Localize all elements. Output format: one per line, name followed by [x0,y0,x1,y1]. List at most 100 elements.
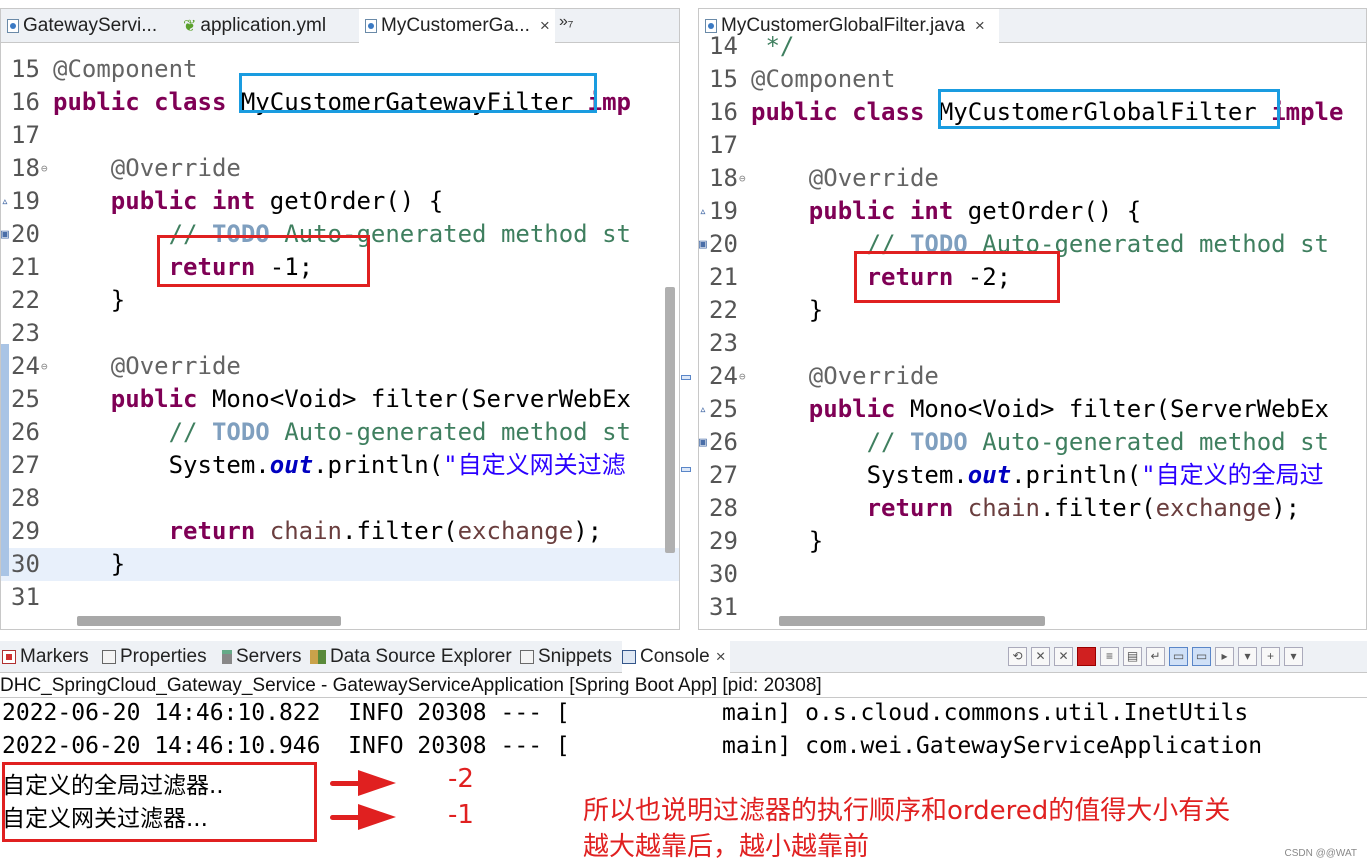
pin-icon[interactable]: ⟲ [1008,646,1027,666]
code-line[interactable]: 29 return chain.filter(exchange); [1,515,679,548]
console-output[interactable]: 2022-06-20 14:46:10.822 INFO 20308 --- [… [0,697,1367,865]
override-marker-icon[interactable]: ▣ [699,228,707,261]
close-icon[interactable]: × [540,16,550,36]
code-token: TODO [211,418,270,446]
override-marker-icon[interactable]: ▣ [1,218,9,251]
tab-data-source-explorer[interactable]: Data Source Explorer [310,641,512,673]
display-console-icon[interactable]: ▾ [1238,646,1257,666]
code-line[interactable]: 19 ▵ public int getOrder() { [1,185,679,218]
tab-servers[interactable]: Servers [222,641,301,673]
override-marker-icon[interactable]: ▣ [699,426,707,459]
remove-launch-icon[interactable]: ✕ [1031,646,1050,666]
code-line[interactable]: 23 [699,327,1366,360]
code-token: @Override [808,164,939,192]
line-number: 23 [11,319,40,347]
tab-overflow-icon[interactable]: »₇ [559,13,573,31]
code-line[interactable]: 26▣ // TODO Auto-generated method st [1,416,679,449]
tab-my-customer-gateway-filter[interactable]: MyCustomerGa... × [359,9,555,43]
code-token: ); [573,517,603,545]
remove-all-icon[interactable]: ✕ [1054,646,1073,666]
view-menu-icon[interactable]: ▾ [1284,646,1303,666]
tab-properties[interactable]: Properties [102,641,207,673]
code-line[interactable]: 26▣ // TODO Auto-generated method st [699,426,1366,459]
fold-toggle-icon[interactable]: ⊖ [41,350,48,383]
code-token: exchange [457,517,574,545]
code-line[interactable]: 17 [699,129,1366,162]
overview-ruler-mark[interactable] [681,375,691,380]
code-line[interactable]: 29 } [699,525,1366,558]
tab-gateway-service-application[interactable]: GatewayServi... [1,9,169,43]
line-number: 17 [709,131,738,159]
snippets-icon [520,650,534,664]
override-marker-icon[interactable]: ▵ [699,195,707,228]
line-number: 27 [709,461,738,489]
new-console-icon[interactable]: + [1261,646,1280,666]
code-line[interactable]: 24 ⊖ @Override [699,360,1366,393]
code-line[interactable]: 19 ▵ public int getOrder() { [699,195,1366,228]
open-console-icon[interactable]: ▸ [1215,646,1234,666]
terminate-icon[interactable] [1077,646,1096,666]
code-token: @Override [110,154,241,182]
code-line[interactable]: 27 System.out.println("自定义的全局过 [699,459,1366,492]
line-number: 25 [11,385,40,413]
code-text: System.out.println("自定义网关过滤 [53,449,626,482]
code-line[interactable]: 30 [699,558,1366,591]
show-on-stdout-icon[interactable]: ▭ [1169,646,1188,666]
tab-console[interactable]: Console × [622,641,730,673]
code-line[interactable]: 31 [1,581,679,614]
code-token: System. [751,461,968,489]
fold-toggle-icon[interactable]: ⊖ [41,152,48,185]
code-line[interactable]: 27 System.out.println("自定义网关过滤 [1,449,679,482]
override-marker-icon[interactable]: ▵ [699,393,707,426]
clear-console-icon[interactable]: ≡ [1100,646,1119,666]
code-line[interactable]: 22 } [1,284,679,317]
code-line[interactable]: 25▵ public Mono<Void> filter(ServerWebEx [699,393,1366,426]
code-line[interactable]: 23 [1,317,679,350]
tab-snippets[interactable]: Snippets [520,641,612,673]
code-line[interactable]: 18 ⊖ @Override [1,152,679,185]
line-number: 30 [11,550,40,578]
code-token: public [751,98,838,126]
code-token: .filter( [1040,494,1156,522]
code-line[interactable]: 17 [1,119,679,152]
tab-application-yml[interactable]: ❦ application.yml [177,9,355,43]
code-line[interactable]: 18 ⊖ @Override [699,162,1366,195]
show-on-stderr-icon[interactable]: ▭ [1192,646,1211,666]
fold-toggle-icon[interactable]: ⊖ [739,360,746,393]
code-area-left[interactable]: 15 @Component 16 public class MyCustomerGat… [1,53,679,629]
overview-ruler-mark[interactable] [681,467,691,472]
editor-left: GatewayServi... ❦ application.yml MyCust… [0,8,680,630]
code-line[interactable]: 28 [1,482,679,515]
code-token: return [866,494,954,522]
code-token: out [269,451,314,479]
code-token: public [110,385,198,413]
horizontal-scrollbar[interactable] [77,616,341,626]
code-area-right[interactable]: 14 */15 @Component 16 public class MyCustom… [699,32,1366,629]
code-line[interactable]: 30 } [1,548,679,581]
code-text: @Override [751,360,939,393]
fold-toggle-icon[interactable]: ⊖ [739,162,746,195]
code-text: } [751,294,823,327]
note-line-1: 所以也说明过滤器的执行顺序和ordered的值得大小有关 [583,796,1231,826]
code-line[interactable]: 24 ⊖ @Override [1,350,679,383]
word-wrap-icon[interactable]: ↵ [1146,646,1165,666]
vertical-scrollbar[interactable] [665,287,675,553]
code-line[interactable]: 28 return chain.filter(exchange); [699,492,1366,525]
code-token: int [909,197,954,225]
override-marker-icon[interactable]: ▵ [1,185,9,218]
code-text: @Override [53,350,241,383]
highlight-console-output [2,762,317,842]
code-line[interactable]: 14 */ [699,30,1366,63]
code-text: public Mono<Void> filter(ServerWebEx [53,383,631,416]
horizontal-scrollbar[interactable] [779,616,1045,626]
tab-markers[interactable]: Markers [2,641,89,673]
code-line[interactable]: 25▵ public Mono<Void> filter(ServerWebEx [1,383,679,416]
close-icon[interactable]: × [716,647,726,667]
scroll-lock-icon[interactable]: ▤ [1123,646,1142,666]
code-token: Mono<Void> filter(ServerWebEx [895,395,1329,423]
